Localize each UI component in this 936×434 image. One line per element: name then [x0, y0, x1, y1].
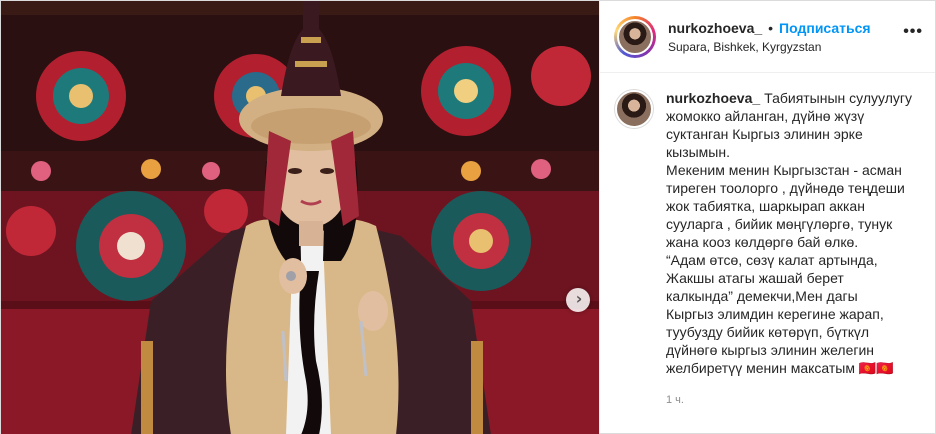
header-line: nurkozhoeva_ • Подписаться	[668, 20, 871, 36]
caption-line: сууларга , бийик мөңгүлөргө, тунук	[666, 216, 893, 232]
caption-body: nurkozhoeva_ Табиятынын сулуулугу жомокко…	[666, 89, 918, 409]
username-link[interactable]: nurkozhoeva_	[668, 20, 762, 36]
post-container: › nurkozhoeva_ • Подписаться Supara, Bis…	[0, 0, 936, 434]
caption-line: желбиретүү менин максатым 🇰🇬🇰🇬	[666, 360, 894, 376]
chevron-right-icon: ›	[575, 289, 583, 308]
caption-line: тиреген тоолорго , дүйнөдө теңдеши	[666, 180, 905, 196]
caption-username-link[interactable]: nurkozhoeva_	[666, 90, 760, 106]
caption-line: nurkozhoeva_ Табиятынын сулуулугу	[666, 89, 918, 107]
caption-line: суктанган Кыргыз элинин эрке	[666, 126, 863, 142]
caption-text: Табиятынын сулуулугу	[764, 90, 912, 106]
caption-line: “Адам өтсө, сөзү калат артында,	[666, 252, 878, 268]
follow-button[interactable]: Подписаться	[779, 20, 871, 36]
header-text: nurkozhoeva_ • Подписаться Supara, Bishk…	[668, 20, 871, 54]
location-link[interactable]: Supara, Bishkek, Kyrgyzstan	[668, 40, 871, 54]
separator-dot: •	[768, 19, 774, 36]
caption-line: жомокко айланган, дүйнө жүзү	[666, 108, 865, 124]
caption-line: жок табиятка, шаркырап аккан	[666, 198, 865, 214]
more-horizontal-icon[interactable]: •••	[903, 23, 923, 41]
post-header: nurkozhoeva_ • Подписаться Supara, Bishk…	[600, 1, 935, 73]
caption: nurkozhoeva_ Табиятынын сулуулугу жомокко…	[600, 73, 935, 409]
post-side-panel: nurkozhoeva_ • Подписаться Supara, Bishk…	[599, 1, 935, 433]
photo-illustration	[1, 1, 599, 434]
caption-line: туубузду бийик көтөрүп, бүткүл	[666, 324, 870, 340]
caption-line: Мекеним менин Кыргызстан - асман	[666, 162, 902, 178]
caption-line: Кыргыз элимдин керегине жарап,	[666, 306, 884, 322]
caption-avatar-ring[interactable]	[614, 89, 654, 129]
caption-avatar[interactable]	[615, 90, 653, 128]
post-photo[interactable]: ›	[1, 1, 599, 434]
avatar[interactable]	[617, 18, 653, 55]
caption-line: калкында” демекчи,Мен дагы	[666, 288, 858, 304]
caption-line: Жакшы атагы жашай берет	[666, 270, 844, 286]
caption-line: дүйнөгө кыргыз элинин желегин	[666, 342, 875, 358]
story-ring[interactable]	[614, 15, 656, 58]
caption-line: кызымын.	[666, 144, 730, 160]
post-timestamp[interactable]: 1 ч.	[666, 391, 918, 409]
caption-line: жана кооз көлдөргө бай өлкө.	[666, 234, 859, 250]
next-photo-button[interactable]: ›	[566, 288, 590, 312]
